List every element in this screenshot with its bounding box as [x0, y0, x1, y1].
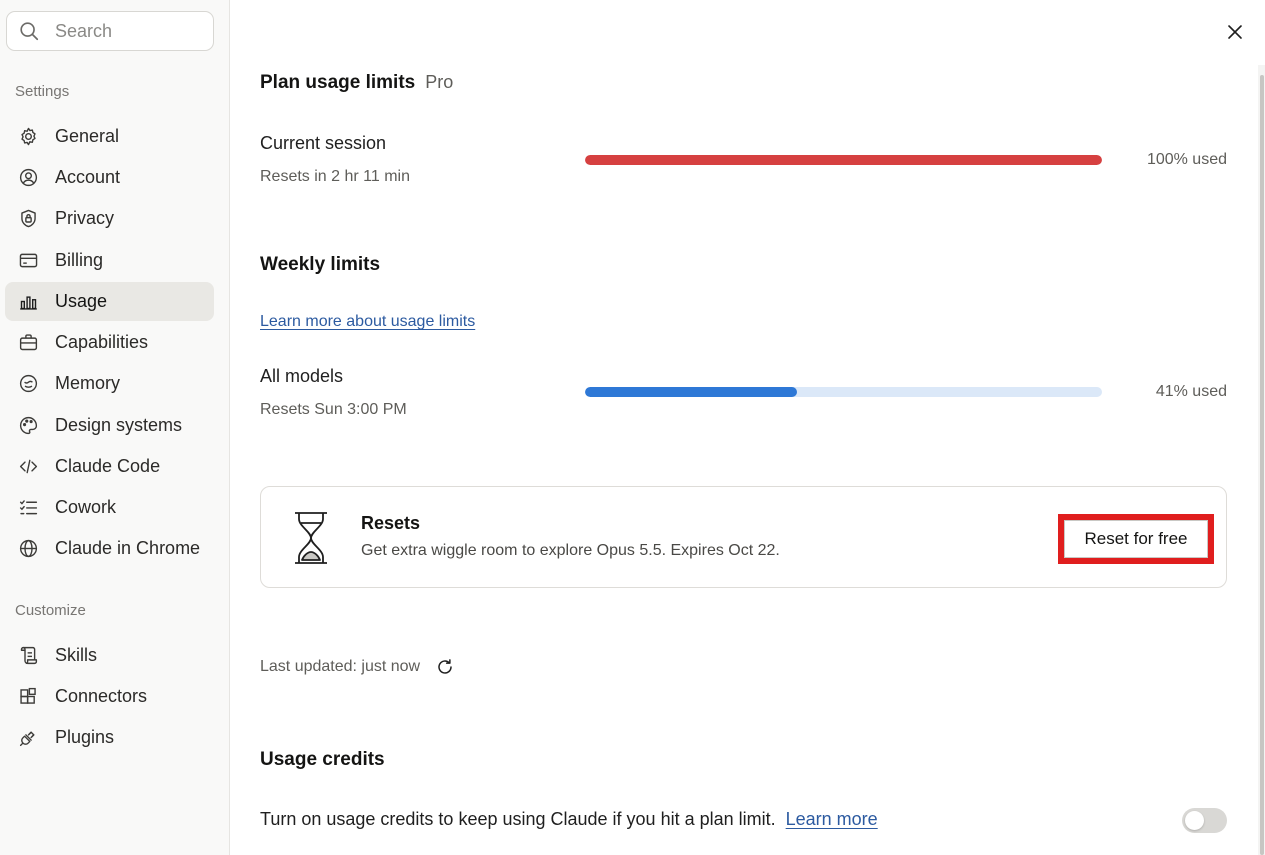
sidebar-item-label: Connectors [55, 686, 148, 706]
last-updated-text: Last updated: just now [260, 658, 421, 675]
learn-more-link[interactable]: Learn more [786, 809, 878, 829]
sidebar-item-label: Design systems [55, 415, 183, 435]
page-title: Plan usage limits [260, 72, 416, 93]
sidebar-item-label: General [55, 126, 120, 146]
plan-name: Pro [425, 72, 454, 92]
reset-for-free-button[interactable]: Reset for free [1058, 514, 1214, 564]
reset-for-free-label: Reset for free [1064, 520, 1208, 558]
palette-icon [16, 414, 40, 438]
settings-window: Search Settings General Account Privacy [0, 0, 1265, 855]
sidebar-item-label: Memory [55, 373, 121, 393]
sidebar-item-billing[interactable]: Billing [5, 241, 214, 280]
user-circle-icon [16, 166, 40, 190]
memory-icon [16, 372, 40, 396]
sidebar-item-skills[interactable]: Skills [5, 636, 214, 675]
last-updated-row: Last updated: just now [260, 658, 454, 676]
sidebar-item-usage[interactable]: Usage [5, 282, 214, 321]
sidebar-item-design-systems[interactable]: Design systems [5, 406, 214, 445]
sidebar-item-label: Account [55, 167, 121, 187]
scroll-icon [16, 644, 40, 668]
sidebar-item-claude-in-chrome[interactable]: Claude in Chrome [5, 529, 214, 568]
sidebar-item-general[interactable]: General [5, 117, 214, 156]
resets-card-description: Get extra wiggle room to explore Opus 5.… [361, 542, 780, 559]
search-icon [18, 20, 40, 42]
gear-icon [16, 125, 40, 149]
checklist-icon [16, 496, 40, 520]
credit-card-icon [16, 249, 40, 273]
sidebar-item-label: Usage [55, 291, 108, 311]
close-button[interactable] [1223, 20, 1247, 44]
code-icon [16, 455, 40, 479]
toggle-knob [1185, 811, 1204, 830]
scrollbar-thumb[interactable] [1260, 75, 1264, 855]
sidebar-item-label: Cowork [55, 497, 117, 517]
current-session-title: Current session [260, 133, 387, 153]
all-models-progress-bar [585, 387, 1102, 397]
current-session-progress-bar [585, 155, 1102, 165]
usage-credits-description-row: Turn on usage credits to keep using Clau… [260, 809, 878, 830]
sidebar-item-capabilities[interactable]: Capabilities [5, 323, 214, 362]
weekly-limits-heading: Weekly limits [260, 254, 381, 275]
plug-icon [16, 726, 40, 750]
all-models-usage-text: 41% used [1155, 383, 1227, 400]
usage-credits-heading: Usage credits [260, 749, 385, 770]
customize-section-label: Customize [15, 602, 86, 619]
resets-card-title: Resets [361, 513, 421, 533]
current-session-progress-fill [585, 155, 1102, 165]
bar-chart-icon [16, 290, 40, 314]
learn-more-usage-limits-link[interactable]: Learn more about usage limits [260, 313, 475, 331]
shield-lock-icon [16, 207, 40, 231]
sidebar-item-plugins[interactable]: Plugins [5, 718, 214, 757]
all-models-reset-text: Resets Sun 3:00 PM [260, 401, 407, 418]
blocks-icon [16, 685, 40, 709]
search-input[interactable]: Search [6, 11, 214, 51]
settings-section-label: Settings [15, 83, 70, 100]
sidebar-item-label: Capabilities [55, 332, 149, 352]
sidebar-item-memory[interactable]: Memory [5, 364, 214, 403]
globe-icon [16, 537, 40, 561]
hourglass-icon [292, 510, 330, 566]
briefcase-icon [16, 331, 40, 355]
sidebar-item-cowork[interactable]: Cowork [5, 488, 214, 527]
sidebar-item-label: Privacy [55, 208, 115, 228]
usage-credits-toggle[interactable] [1182, 808, 1227, 833]
usage-credits-description: Turn on usage credits to keep using Clau… [260, 809, 776, 829]
sidebar-item-privacy[interactable]: Privacy [5, 199, 214, 238]
sidebar-item-label: Plugins [55, 727, 115, 747]
sidebar-item-connectors[interactable]: Connectors [5, 677, 214, 716]
all-models-progress-fill [585, 387, 797, 397]
sidebar-item-label: Billing [55, 250, 104, 270]
page-title-row: Plan usage limits Pro [260, 72, 453, 94]
search-placeholder: Search [55, 20, 113, 41]
sidebar-item-label: Claude Code [55, 456, 161, 476]
all-models-title: All models [260, 366, 344, 386]
sidebar-item-label: Claude in Chrome [55, 538, 201, 558]
resets-card: Resets Get extra wiggle room to explore … [260, 486, 1227, 588]
sidebar-item-claude-code[interactable]: Claude Code [5, 447, 214, 486]
sidebar: Search Settings General Account Privacy [0, 0, 230, 855]
close-icon [1227, 24, 1243, 40]
refresh-icon[interactable] [436, 658, 454, 676]
current-session-reset-text: Resets in 2 hr 11 min [260, 168, 410, 185]
current-session-usage-text: 100% used [1146, 151, 1227, 168]
sidebar-item-label: Skills [55, 645, 98, 665]
sidebar-item-account[interactable]: Account [5, 158, 214, 197]
